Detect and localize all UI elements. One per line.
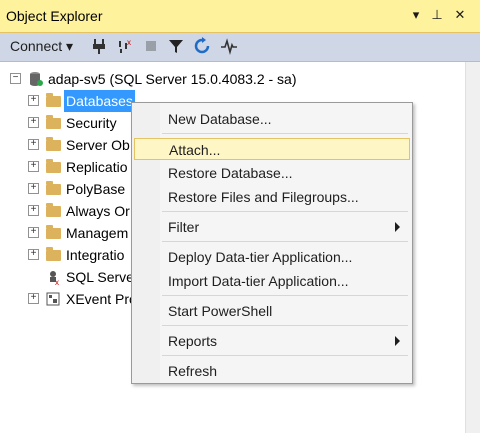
- menu-separator: [162, 133, 408, 134]
- expand-icon[interactable]: +: [28, 227, 39, 238]
- menu-item-deploy-data-tier[interactable]: Deploy Data-tier Application...: [134, 246, 410, 268]
- menu-item-label: Restore Files and Filegroups...: [168, 189, 359, 205]
- menu-item-label: New Database...: [168, 111, 272, 127]
- menu-separator: [162, 325, 408, 326]
- svg-text:x: x: [55, 278, 59, 285]
- tree-node-label: Server Ob: [66, 137, 130, 153]
- activity-monitor-icon[interactable]: [220, 37, 238, 55]
- tree-node-label: Always Or: [66, 203, 130, 219]
- folder-icon: [46, 93, 61, 107]
- menu-item-label: Start PowerShell: [168, 303, 273, 319]
- svg-text:x: x: [127, 38, 131, 47]
- collapse-icon[interactable]: −: [10, 73, 21, 84]
- object-explorer-window: Object Explorer ▾ ⊥ ✕ Connect ▾ x − adap…: [0, 0, 480, 433]
- expand-icon[interactable]: +: [28, 293, 39, 304]
- expand-icon[interactable]: +: [28, 205, 39, 216]
- menu-separator: [162, 241, 408, 242]
- refresh-icon[interactable]: [193, 37, 211, 55]
- tree-node-label: SQL Serve: [66, 269, 134, 285]
- menu-separator: [162, 211, 408, 212]
- menu-item-label: Attach...: [169, 142, 221, 158]
- folder-icon: [46, 115, 61, 129]
- expand-icon[interactable]: +: [28, 161, 39, 172]
- server-icon: [30, 72, 43, 86]
- tree-node-label: Security: [66, 115, 117, 131]
- menu-item-new-database[interactable]: New Database...: [134, 108, 410, 130]
- menu-separator: [162, 295, 408, 296]
- folder-icon: [46, 159, 61, 173]
- menu-item-label: Refresh: [168, 363, 218, 379]
- pin-icon[interactable]: ⊥: [428, 6, 446, 24]
- menu-item-label: Import Data-tier Application...: [168, 273, 349, 289]
- menu-separator: [162, 355, 408, 356]
- agent-icon: x: [50, 271, 59, 285]
- filter-icon[interactable]: [167, 37, 185, 55]
- submenu-arrow-icon: [395, 336, 400, 346]
- menu-item-attach[interactable]: Attach...: [134, 138, 410, 160]
- submenu-arrow-icon: [395, 222, 400, 232]
- menu-item-import-data-tier[interactable]: Import Data-tier Application...: [134, 270, 410, 292]
- expand-icon[interactable]: +: [28, 95, 39, 106]
- expand-icon[interactable]: +: [28, 183, 39, 194]
- expand-icon[interactable]: +: [28, 249, 39, 260]
- menu-item-start-powershell[interactable]: Start PowerShell: [134, 300, 410, 322]
- expand-icon[interactable]: +: [28, 117, 39, 128]
- stop-icon[interactable]: [142, 37, 160, 55]
- folder-icon: [46, 247, 61, 261]
- context-menu: New Database... Attach... Restore Databa…: [131, 102, 413, 384]
- folder-icon: [46, 181, 61, 195]
- toolbar: Connect ▾ x: [0, 33, 480, 62]
- folder-icon: [46, 203, 61, 217]
- xevent-icon: [46, 292, 60, 306]
- tree-node-label: Managem: [66, 225, 129, 241]
- close-icon[interactable]: ✕: [451, 6, 469, 24]
- vertical-scrollbar[interactable]: [465, 62, 480, 433]
- disconnect-icon[interactable]: x: [115, 37, 133, 55]
- expand-icon[interactable]: +: [28, 139, 39, 150]
- tree-node-label: Databases: [64, 90, 135, 112]
- menu-item-refresh[interactable]: Refresh: [134, 360, 410, 382]
- menu-item-label: Deploy Data-tier Application...: [168, 249, 353, 265]
- menu-item-filter[interactable]: Filter: [134, 216, 410, 238]
- folder-icon: [46, 225, 61, 239]
- tree-root-label: adap-sv5 (SQL Server 15.0.4083.2 - sa): [48, 71, 297, 87]
- menu-item-label: Reports: [168, 333, 218, 349]
- folder-icon: [46, 137, 61, 151]
- title-bar: Object Explorer ▾ ⊥ ✕: [0, 0, 480, 33]
- tree-node-label: PolyBase: [66, 181, 126, 197]
- connect-icon[interactable]: [90, 37, 108, 55]
- menu-item-label: Filter: [168, 219, 200, 235]
- connect-button[interactable]: Connect ▾: [10, 38, 73, 55]
- tree-node-label: Replicatio: [66, 159, 128, 175]
- window-title: Object Explorer: [6, 8, 103, 24]
- tree-node-label: Integratio: [66, 247, 125, 263]
- tree-node-label: XEvent Pro: [66, 291, 137, 307]
- menu-item-label: Restore Database...: [168, 165, 293, 181]
- tree-root-node[interactable]: − adap-sv5 (SQL Server 15.0.4083.2 - sa): [10, 68, 450, 90]
- window-position-dropdown-icon[interactable]: ▾: [407, 6, 425, 24]
- menu-item-reports[interactable]: Reports: [134, 330, 410, 352]
- menu-item-restore-database[interactable]: Restore Database...: [134, 162, 410, 184]
- menu-item-restore-files[interactable]: Restore Files and Filegroups...: [134, 186, 410, 208]
